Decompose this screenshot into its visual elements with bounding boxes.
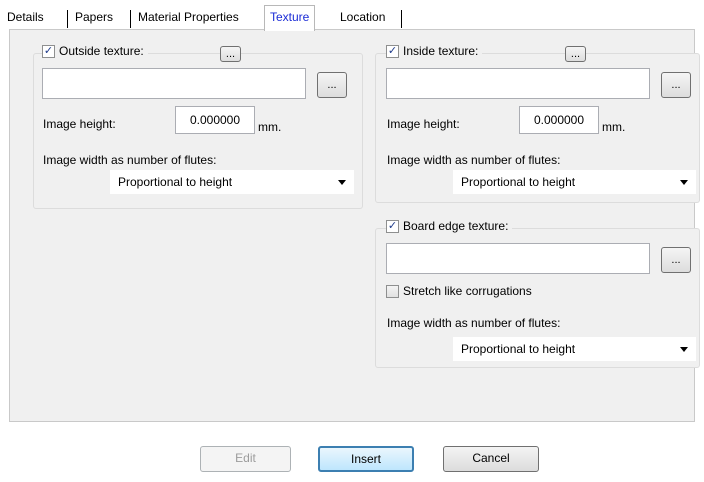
outside-image-height-input[interactable]: 0.000000 (175, 106, 255, 134)
outside-unit-label: mm. (258, 120, 282, 134)
outside-texture-path-input[interactable] (42, 68, 306, 99)
tab-divider (401, 10, 402, 28)
checkmark-icon: ✓ (386, 44, 399, 58)
tab-texture[interactable]: Texture (264, 5, 316, 31)
board-edge-width-label: Image width as number of flutes: (387, 316, 561, 330)
outside-options-button[interactable]: ... (220, 46, 241, 62)
outside-browse-button[interactable]: ... (317, 72, 347, 98)
tab-location[interactable]: Location (335, 8, 390, 29)
tab-details[interactable]: Details (2, 8, 49, 29)
chevron-down-icon (680, 180, 688, 185)
inside-options-button[interactable]: ... (565, 46, 586, 62)
chevron-down-icon (680, 347, 688, 352)
board-edge-texture-checkbox[interactable]: ✓ Board edge texture: (386, 219, 513, 233)
checkbox-unchecked-icon (386, 284, 399, 298)
outside-texture-label: Outside texture: (59, 44, 144, 58)
outside-image-height-label: Image height: (43, 117, 116, 131)
inside-width-value: Proportional to height (461, 175, 576, 189)
outside-texture-checkbox[interactable]: ✓ Outside texture: (42, 44, 148, 58)
tab-divider (130, 10, 131, 28)
inside-width-select[interactable]: Proportional to height (453, 170, 696, 194)
cancel-button[interactable]: Cancel (443, 446, 539, 472)
edit-button[interactable]: Edit (200, 446, 291, 472)
board-edge-texture-path-input[interactable] (386, 243, 650, 274)
chevron-down-icon (338, 180, 346, 185)
board-edge-texture-label: Board edge texture: (403, 219, 509, 233)
stretch-like-corrugations-label: Stretch like corrugations (403, 284, 532, 298)
board-edge-width-value: Proportional to height (461, 342, 576, 356)
outside-width-value: Proportional to height (118, 175, 233, 189)
outside-width-label: Image width as number of flutes: (43, 153, 217, 167)
tab-divider (67, 10, 68, 28)
inside-image-height-input[interactable]: 0.000000 (519, 106, 599, 134)
inside-image-height-label: Image height: (387, 117, 460, 131)
board-edge-browse-button[interactable]: ... (661, 247, 691, 273)
tab-strip: Details Papers Material Properties Textu… (0, 0, 704, 31)
checkmark-icon: ✓ (42, 44, 55, 58)
tab-material-properties[interactable]: Material Properties (133, 8, 244, 29)
inside-texture-path-input[interactable] (386, 68, 650, 99)
inside-width-label: Image width as number of flutes: (387, 153, 561, 167)
inside-texture-checkbox[interactable]: ✓ Inside texture: (386, 44, 483, 58)
checkmark-icon: ✓ (386, 219, 399, 233)
inside-texture-label: Inside texture: (403, 44, 479, 58)
inside-browse-button[interactable]: ... (661, 72, 691, 98)
outside-width-select[interactable]: Proportional to height (110, 170, 354, 194)
tab-papers[interactable]: Papers (70, 8, 118, 29)
board-edge-width-select[interactable]: Proportional to height (453, 337, 696, 361)
insert-button[interactable]: Insert (318, 446, 414, 472)
inside-unit-label: mm. (602, 120, 626, 134)
stretch-like-corrugations-checkbox[interactable]: Stretch like corrugations (386, 284, 536, 298)
